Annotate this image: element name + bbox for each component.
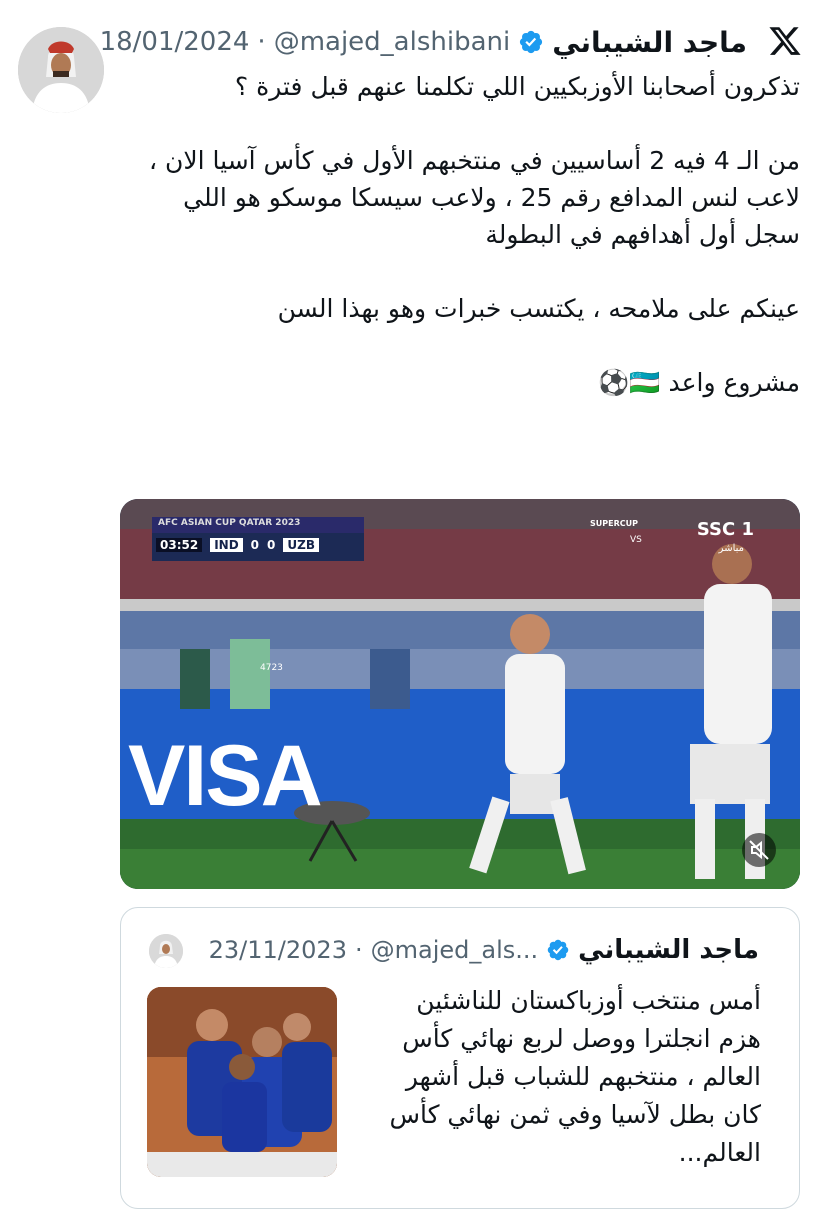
- live-label: مباشر: [718, 543, 744, 554]
- tweet-header: ماجد الشيباني @majed_alshibani · 18/01/2…: [100, 22, 747, 62]
- quote-line: العالم...: [678, 1138, 761, 1167]
- quote-line: كان بطل لآسيا وفي ثمن نهائي كأس: [389, 1100, 761, 1129]
- tweet-text: تذكرون أصحابنا الأوزبكيين اللي تكلمنا عن…: [120, 68, 800, 401]
- quote-text: أمس منتخب أوزباكستان للناشئين هزم انجلتر…: [333, 982, 761, 1172]
- verified-badge-icon: [547, 939, 569, 961]
- quote-date: 23/11/2023: [208, 936, 347, 964]
- quote-author-name: ماجد الشيباني: [578, 935, 759, 965]
- tweet-line: لاعب لنس المدافع رقم 25 ، ولاعب سيسكا مو…: [183, 183, 800, 212]
- visa-board-text: VISA: [128, 728, 323, 824]
- quote-author-handle: @majed_als...: [370, 936, 539, 964]
- quote-line: أمس منتخب أوزباكستان للناشئين: [416, 986, 761, 1015]
- quote-separator: ·: [354, 936, 363, 964]
- tweet-date[interactable]: 18/01/2024: [100, 27, 250, 57]
- mute-icon: [749, 840, 769, 860]
- stand-number: 4723: [260, 663, 283, 673]
- quote-header: ماجد الشيباني @majed_als... · 23/11/2023: [209, 930, 759, 970]
- quote-line: العالم ، منتخبهم للشباب قبل أشهر: [405, 1062, 761, 1091]
- verified-badge-icon: [520, 30, 543, 54]
- away-team: UZB: [283, 538, 319, 552]
- author-avatar[interactable]: [18, 27, 104, 113]
- x-logo-icon[interactable]: [768, 24, 802, 58]
- mute-button[interactable]: [742, 833, 776, 867]
- quote-photo: [147, 987, 337, 1177]
- tweet-line: تذكرون أصحابنا الأوزبكيين اللي تكلمنا عن…: [234, 72, 800, 101]
- quote-avatar: [149, 934, 183, 968]
- tweet-line: سجل أول أهدافهم في البطولة: [485, 220, 800, 249]
- match-time: 03:52: [156, 538, 203, 552]
- video-player[interactable]: VISA 4723 AFC ASIAN CUP QATAR 2023 03:52…: [120, 499, 800, 889]
- quote-line: هزم انجلترا ووصل لربع نهائي كأس: [402, 1024, 761, 1053]
- channel-logo: SSC 1: [696, 519, 754, 540]
- home-score: 0: [250, 538, 260, 552]
- quote-image[interactable]: [147, 987, 337, 1177]
- tweet-line: من الـ 4 فيه 2 أساسيين في منتخبهم الأول …: [149, 146, 800, 175]
- supercup-label: SUPERCUP: [590, 519, 638, 528]
- author-name[interactable]: ماجد الشيباني: [552, 26, 747, 59]
- tweet-line: عينكم على ملامحه ، يكتسب خبرات وهو بهذا …: [277, 294, 800, 323]
- home-team: IND: [210, 538, 243, 552]
- vs-label: VS: [630, 535, 642, 545]
- quote-avatar-image: [149, 934, 183, 968]
- author-handle[interactable]: @majed_alshibani: [274, 27, 511, 57]
- competition-name: AFC ASIAN CUP QATAR 2023: [152, 517, 364, 533]
- meta-separator: ·: [257, 27, 266, 57]
- avatar-image: [18, 27, 104, 113]
- quoted-tweet[interactable]: ماجد الشيباني @majed_als... · 23/11/2023…: [120, 907, 800, 1209]
- scoreboard: AFC ASIAN CUP QATAR 2023 03:52 IND 0 0 U…: [152, 517, 364, 561]
- away-score: 0: [267, 538, 276, 552]
- tweet-line: مشروع واعد 🇺🇿⚽️: [598, 368, 800, 397]
